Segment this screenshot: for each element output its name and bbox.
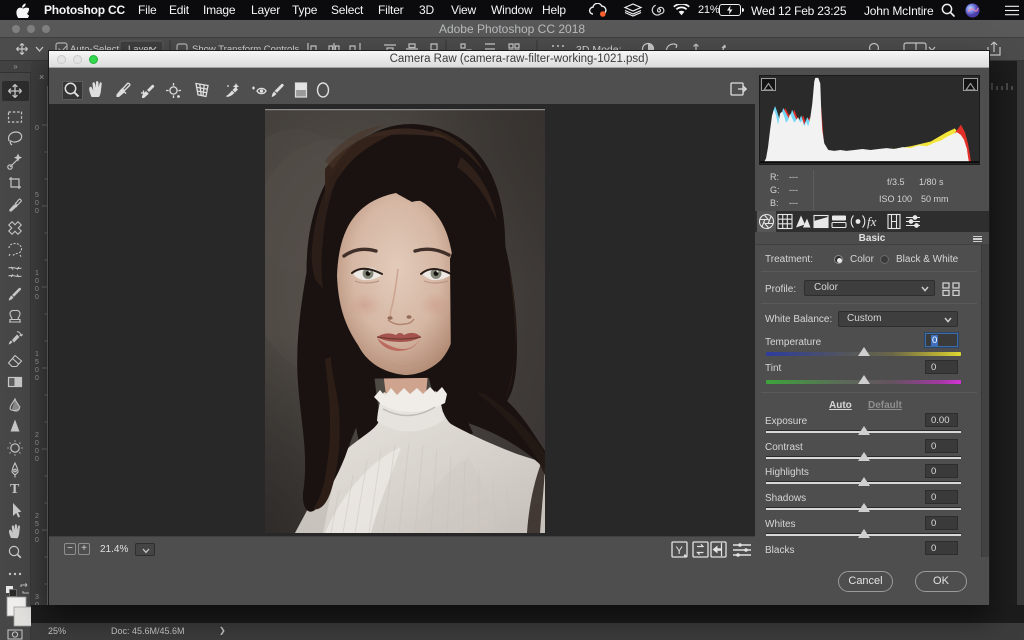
svg-text:5: 5 bbox=[35, 359, 39, 366]
svg-text:0: 0 bbox=[35, 125, 39, 132]
svg-text:0: 0 bbox=[35, 529, 39, 536]
svg-text:2: 2 bbox=[35, 513, 39, 520]
svg-text:0: 0 bbox=[35, 208, 39, 215]
svg-text:0: 0 bbox=[35, 278, 39, 285]
svg-text:5: 5 bbox=[35, 192, 39, 199]
svg-text:0: 0 bbox=[35, 200, 39, 207]
svg-text:0: 0 bbox=[35, 456, 39, 463]
svg-text:0: 0 bbox=[35, 537, 39, 544]
svg-text:0: 0 bbox=[35, 367, 39, 374]
svg-text:0: 0 bbox=[35, 286, 39, 293]
svg-text:0: 0 bbox=[35, 448, 39, 455]
svg-text:0: 0 bbox=[35, 440, 39, 447]
svg-text:fx: fx bbox=[867, 214, 877, 229]
svg-text:Y: Y bbox=[676, 545, 684, 557]
svg-text:2: 2 bbox=[35, 432, 39, 439]
svg-text:T: T bbox=[10, 482, 20, 497]
svg-text:0: 0 bbox=[35, 375, 39, 382]
svg-text:1: 1 bbox=[35, 351, 39, 358]
svg-text:0: 0 bbox=[35, 294, 39, 301]
svg-text:5: 5 bbox=[35, 521, 39, 528]
svg-text:1: 1 bbox=[35, 270, 39, 277]
svg-text:3: 3 bbox=[35, 594, 39, 601]
